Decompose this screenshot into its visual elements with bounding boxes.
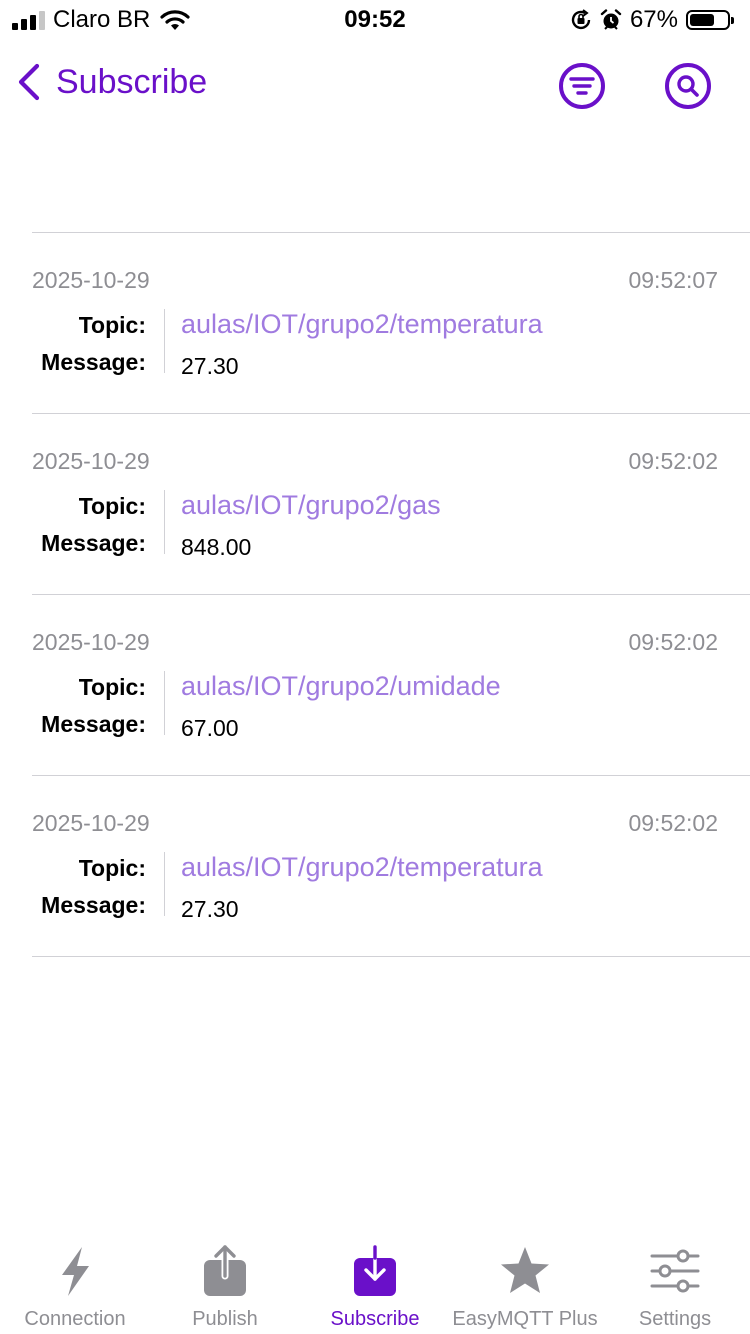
status-right: 67% (570, 6, 736, 34)
field-labels: Topic: Message: (32, 850, 146, 924)
topic-label: Topic: (78, 493, 146, 519)
battery-icon (686, 10, 734, 30)
message-item[interactable]: 2025-10-29 09:52:07 Topic: Message: aula… (32, 232, 750, 413)
field-labels: Topic: Message: (32, 669, 146, 743)
message-date: 2025-10-29 (32, 810, 150, 836)
sliders-icon (650, 1249, 700, 1293)
message-item[interactable]: 2025-10-29 09:52:02 Topic: Message: aula… (32, 413, 750, 594)
star-icon (501, 1247, 549, 1293)
tab-connection[interactable]: Connection (0, 1234, 150, 1334)
field-labels: Topic: Message: (32, 488, 146, 562)
message-date: 2025-10-29 (32, 267, 150, 293)
tab-label: Subscribe (330, 1308, 420, 1330)
message-payload: 27.30 (181, 353, 239, 379)
bolt-icon (62, 1247, 89, 1296)
tab-settings[interactable]: Settings (600, 1234, 750, 1334)
topic-label: Topic: (78, 674, 146, 700)
message-item[interactable]: 2025-10-29 09:52:02 Topic: Message: aula… (32, 775, 750, 957)
status-bar: Claro BR 09:52 67% (0, 0, 750, 40)
tab-easymqtt-plus[interactable]: EasyMQTT Plus (450, 1234, 600, 1334)
alarm-icon (600, 9, 622, 30)
message-label: Message: (41, 892, 146, 918)
tab-label: Settings (638, 1308, 712, 1330)
message-time: 09:52:02 (628, 448, 718, 474)
vertical-divider (164, 671, 165, 735)
tab-label: EasyMQTT Plus (452, 1308, 598, 1330)
message-date: 2025-10-29 (32, 448, 150, 474)
tab-subscribe[interactable]: Subscribe (300, 1234, 450, 1334)
search-icon[interactable] (664, 62, 712, 110)
message-time: 09:52:02 (628, 629, 718, 655)
message-topic: aulas/IOT/grupo2/temperatura (181, 852, 543, 882)
message-payload: 67.00 (181, 715, 239, 741)
field-labels: Topic: Message: (32, 307, 146, 381)
message-topic: aulas/IOT/grupo2/gas (181, 490, 441, 520)
orientation-lock-icon (571, 9, 591, 30)
vertical-divider (164, 309, 165, 373)
battery-percent: 67% (629, 6, 678, 33)
download-icon (354, 1245, 396, 1296)
topic-label: Topic: (78, 855, 146, 881)
message-item[interactable]: 2025-10-29 09:52:02 Topic: Message: aula… (32, 594, 750, 775)
page-title: Subscribe (56, 62, 208, 101)
message-topic: aulas/IOT/grupo2/umidade (181, 671, 501, 701)
message-time: 09:52:07 (628, 267, 718, 293)
vertical-divider (164, 852, 165, 916)
tab-label: Publish (192, 1308, 258, 1330)
message-topic: aulas/IOT/grupo2/temperatura (181, 309, 543, 339)
message-label: Message: (41, 711, 146, 737)
message-label: Message: (41, 530, 146, 556)
upload-icon (204, 1244, 246, 1296)
nav-bar: Subscribe (0, 44, 750, 128)
message-label: Message: (41, 349, 146, 375)
tab-publish[interactable]: Publish (150, 1234, 300, 1334)
tab-label: Connection (24, 1308, 126, 1330)
tab-bar: Connection Publish Subscribe EasyMQTT Pl… (0, 1234, 750, 1334)
message-list: 2025-10-29 09:52:07 Topic: Message: aula… (32, 232, 750, 957)
vertical-divider (164, 490, 165, 554)
message-payload: 848.00 (181, 534, 252, 560)
back-button[interactable]: Subscribe (16, 62, 207, 102)
message-payload: 27.30 (181, 896, 239, 922)
message-time: 09:52:02 (628, 810, 718, 836)
filter-icon[interactable] (558, 62, 606, 110)
topic-label: Topic: (78, 312, 146, 338)
chevron-left-icon (18, 63, 40, 101)
message-date: 2025-10-29 (32, 629, 150, 655)
